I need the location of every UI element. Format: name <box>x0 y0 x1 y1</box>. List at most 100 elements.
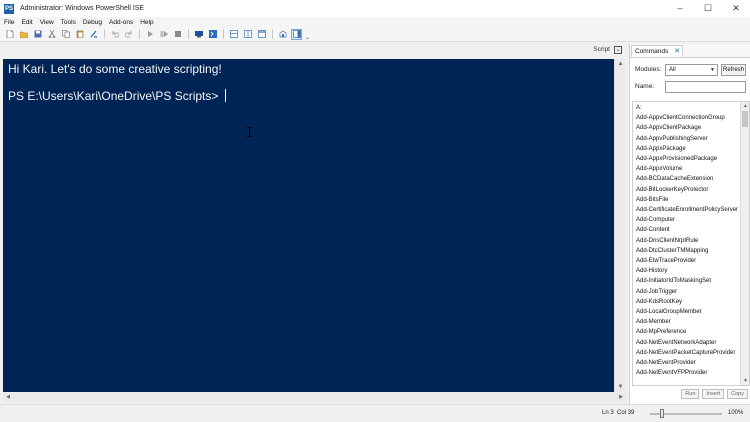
scroll-up-icon[interactable]: ▲ <box>741 102 749 110</box>
close-button[interactable]: ✕ <box>722 0 750 17</box>
minimize-button[interactable]: – <box>666 0 694 17</box>
show-commands-button[interactable] <box>277 29 288 40</box>
run-command-button[interactable]: Run <box>681 389 700 399</box>
name-filter-input[interactable] <box>665 81 746 93</box>
status-line: Ln 3 <box>602 410 614 416</box>
new-script-button[interactable] <box>4 29 15 40</box>
open-icon <box>19 31 28 38</box>
commands-list-scrollbar[interactable]: ▲ ▼ <box>740 102 749 385</box>
list-item[interactable]: Add-Content <box>636 225 738 235</box>
toolbar-separator <box>223 29 224 39</box>
redo-button[interactable] <box>123 29 134 40</box>
list-item[interactable]: Add-NetEventVFPProvider <box>636 368 738 378</box>
list-item[interactable]: Add-AppvClientPackage <box>636 123 738 133</box>
list-item[interactable]: Add-AppxProvisionedPackage <box>636 154 738 164</box>
list-item[interactable]: Add-AppxPackage <box>636 144 738 154</box>
run-selection-button[interactable] <box>158 29 169 40</box>
scroll-up-icon[interactable]: ▲ <box>615 59 626 69</box>
menu-view[interactable]: View <box>40 19 54 26</box>
run-script-button[interactable] <box>144 29 155 40</box>
list-item[interactable]: Add-History <box>636 266 738 276</box>
menu-tools[interactable]: Tools <box>61 19 76 26</box>
list-item[interactable]: Add-NetEventNetworkAdapter <box>636 338 738 348</box>
console-prompt: PS E:\Users\Kari\OneDrive\PS Scripts> <box>8 89 222 103</box>
commands-list[interactable]: A: Add-AppvClientConnectionGroup Add-App… <box>632 101 750 386</box>
zoom-slider-thumb[interactable] <box>660 409 664 418</box>
stop-button[interactable] <box>172 29 183 40</box>
scroll-right-icon[interactable]: ▶ <box>616 393 626 402</box>
console-pane[interactable]: Hi Kari. Let's do some creative scriptin… <box>3 59 614 392</box>
refresh-button[interactable]: Refresh <box>721 64 746 76</box>
list-item[interactable]: Add-DnsClientNrptRule <box>636 236 738 246</box>
scroll-down-icon[interactable]: ▼ <box>741 377 749 385</box>
cut-button[interactable] <box>46 29 57 40</box>
list-item[interactable]: Add-MpPreference <box>636 327 738 337</box>
toolbar: ⌄ <box>0 27 750 42</box>
scroll-left-icon[interactable]: ◀ <box>3 393 13 402</box>
title-bar: PS Administrator: Windows PowerShell ISE… <box>0 0 750 17</box>
open-button[interactable] <box>18 29 29 40</box>
menu-file[interactable]: File <box>4 19 14 26</box>
modules-dropdown-value: All <box>669 67 676 73</box>
list-item[interactable]: Add-LocalGroupMember <box>636 307 738 317</box>
new-remote-tab-button[interactable] <box>193 29 204 40</box>
copy-button[interactable] <box>60 29 71 40</box>
console-horizontal-scrollbar[interactable]: ◀ ▶ <box>3 393 626 402</box>
menu-add-ons[interactable]: Add-ons <box>109 19 133 26</box>
list-item[interactable]: A: <box>636 103 738 113</box>
powershell-console-button[interactable] <box>207 29 218 40</box>
list-item[interactable]: Add-KdsRootKey <box>636 297 738 307</box>
list-item[interactable]: Add-AppvPublishingServer <box>636 134 738 144</box>
maximize-button[interactable]: ☐ <box>694 0 722 17</box>
menu-edit[interactable]: Edit <box>21 19 32 26</box>
list-item[interactable]: Add-BitsFile <box>636 195 738 205</box>
console-vertical-scrollbar[interactable]: ▲ ▼ <box>614 59 625 392</box>
list-item[interactable]: Add-CertificateEnrollmentPolicyServer <box>636 205 738 215</box>
list-item[interactable]: Add-JobTrigger <box>636 287 738 297</box>
chevron-down-icon: ▼ <box>710 67 715 73</box>
list-item[interactable]: Add-NetEventPacketCaptureProvider <box>636 348 738 358</box>
show-command-addon-button[interactable] <box>291 28 302 40</box>
insert-command-button[interactable]: Insert <box>702 389 725 399</box>
scroll-down-icon[interactable]: ▼ <box>615 382 626 392</box>
list-item[interactable]: Add-Member <box>636 317 738 327</box>
layout-max-icon <box>257 30 266 38</box>
commands-body: Modules: All ▼ Refresh Name: A: Add-Appv… <box>630 57 750 404</box>
toolbar-overflow-icon[interactable]: ⌄ <box>305 34 310 41</box>
scrollbar-thumb[interactable] <box>742 111 748 127</box>
undo-button[interactable] <box>109 29 120 40</box>
list-item[interactable]: Add-NetEventProvider <box>636 358 738 368</box>
layout-max-button[interactable] <box>256 29 267 40</box>
layout-top-button[interactable] <box>228 29 239 40</box>
copy-command-button[interactable]: Copy <box>727 389 748 399</box>
undo-icon <box>112 31 119 38</box>
list-item[interactable]: Add-AppvClientConnectionGroup <box>636 113 738 123</box>
copy-icon <box>61 30 70 38</box>
window-title: Administrator: Windows PowerShell ISE <box>20 5 145 12</box>
script-pane-toggle-label[interactable]: Script <box>593 46 610 53</box>
run-icon <box>147 31 153 37</box>
list-item[interactable]: Add-BCDataCacheExtension <box>636 174 738 184</box>
list-item[interactable]: Add-InitiatorIdToMaskingSet <box>636 276 738 286</box>
clear-console-button[interactable] <box>88 29 99 40</box>
paste-button[interactable] <box>74 29 85 40</box>
menu-debug[interactable]: Debug <box>83 19 102 26</box>
modules-dropdown[interactable]: All ▼ <box>665 64 718 76</box>
script-pane-header: Script ⌄ <box>0 42 626 57</box>
list-item[interactable]: Add-AppxVolume <box>636 164 738 174</box>
save-button[interactable] <box>32 29 43 40</box>
window-controls: – ☐ ✕ <box>666 0 750 17</box>
modules-label: Modules: <box>635 66 662 73</box>
toolbar-separator <box>188 29 189 39</box>
run-selection-icon <box>160 31 168 37</box>
commands-tab[interactable]: Commands ✕ <box>631 45 683 57</box>
menu-help[interactable]: Help <box>140 19 153 26</box>
layout-right-button[interactable] <box>242 29 253 40</box>
close-icon[interactable]: ✕ <box>674 47 680 55</box>
chevron-down-icon[interactable]: ⌄ <box>614 45 622 54</box>
list-item[interactable]: Add-EtwTraceProvider <box>636 256 738 266</box>
list-item[interactable]: Add-Computer <box>636 215 738 225</box>
list-item[interactable]: Add-DtcClusterTMMapping <box>636 246 738 256</box>
list-item[interactable]: Add-BitLockerKeyProtector <box>636 185 738 195</box>
